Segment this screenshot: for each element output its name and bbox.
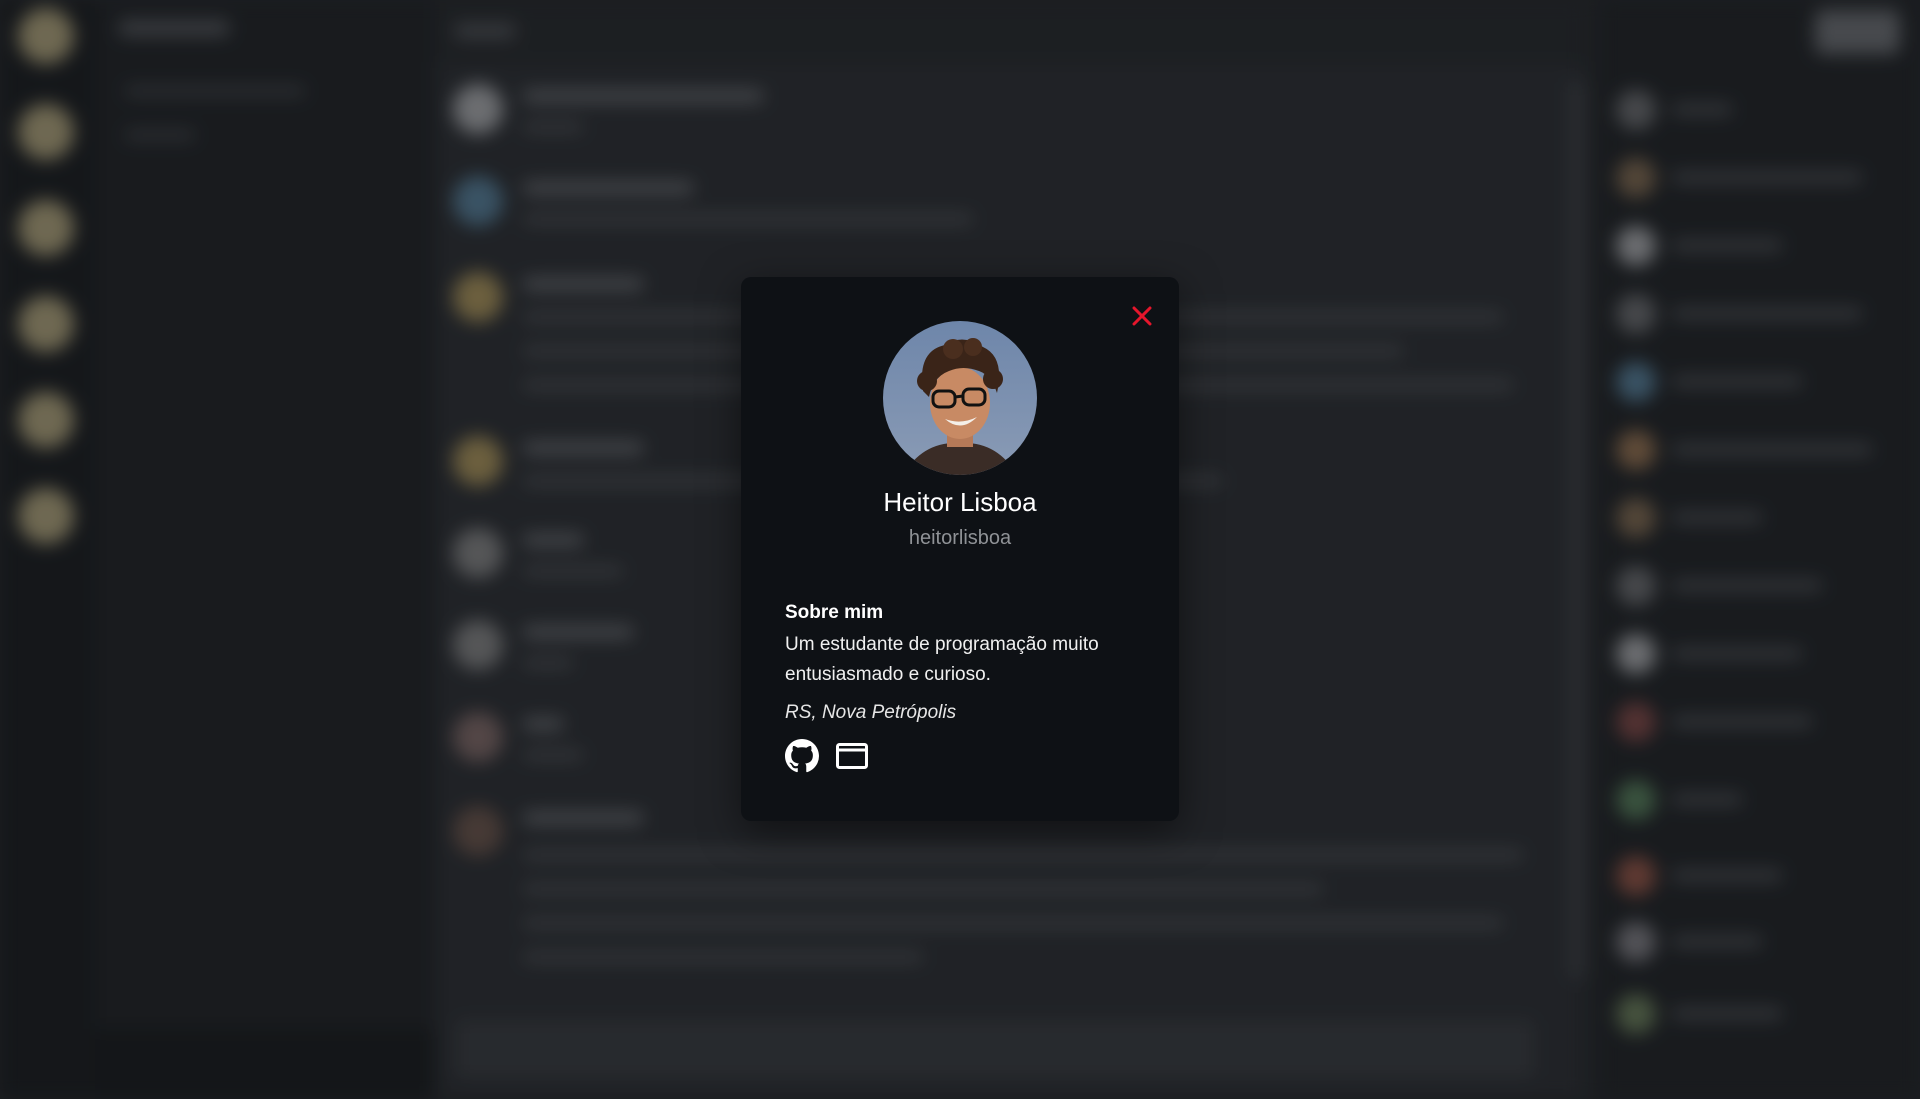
profile-name: Heitor Lisboa [883, 487, 1037, 517]
profile-location: RS, Nova Petrópolis [785, 702, 957, 723]
avatar-photo [883, 321, 1037, 475]
browser-window-icon [836, 743, 868, 769]
profile-modal: Heitor Lisboa heitorlisboa Sobre mim Um … [741, 277, 1179, 821]
profile-links [785, 739, 869, 773]
close-icon [1132, 306, 1152, 326]
github-link[interactable] [785, 739, 819, 773]
about-text: Um estudante de programação muito entusi… [785, 634, 1099, 685]
about-heading: Sobre mim [785, 602, 884, 623]
github-icon [785, 739, 819, 773]
profile-username: heitorlisboa [908, 527, 1012, 549]
website-link[interactable] [835, 739, 869, 773]
close-button[interactable] [1127, 301, 1157, 331]
avatar [883, 321, 1037, 475]
